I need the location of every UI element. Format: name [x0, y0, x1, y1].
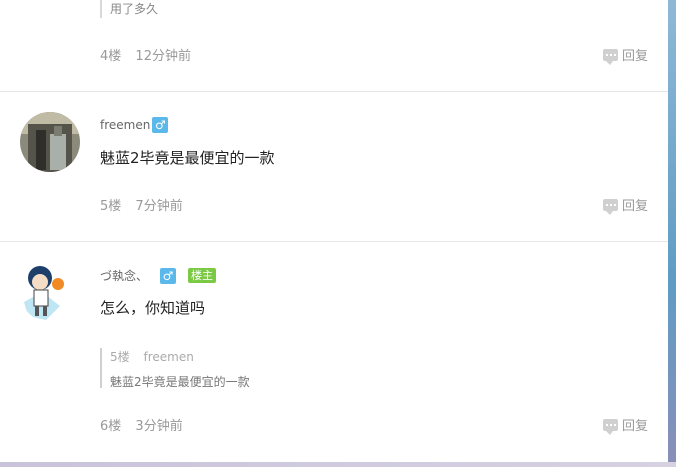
- quoted-floor: 5楼: [110, 350, 130, 364]
- username[interactable]: づ執念、: [100, 267, 148, 284]
- timestamp: 12分钟前: [135, 49, 191, 64]
- reply-button[interactable]: 回复: [602, 195, 648, 215]
- post-5-meta: 5楼 7分钟前: [100, 195, 183, 214]
- timestamp: 7分钟前: [135, 199, 183, 214]
- comment-bubble-icon: [602, 418, 618, 435]
- author-row: づ執念、 ♂ 楼主: [100, 267, 217, 284]
- post-content: 魅蓝2毕竟是最便宜的一款: [100, 149, 275, 167]
- comment-bubble-icon: [602, 48, 618, 65]
- reply-label: 回复: [621, 199, 648, 214]
- post-4-meta: 4楼 12分钟前: [100, 45, 191, 64]
- timestamp: 3分钟前: [135, 419, 183, 434]
- reply-label: 回复: [621, 419, 648, 434]
- avatar[interactable]: [20, 112, 80, 172]
- post-content: 怎么，你知道吗: [100, 299, 206, 317]
- reply-label: 回复: [621, 49, 648, 64]
- thread-owner-badge: 楼主: [188, 268, 217, 283]
- divider: [0, 91, 668, 92]
- reply-button[interactable]: 回复: [602, 45, 648, 65]
- avatar[interactable]: [20, 262, 80, 322]
- male-icon: ♂: [160, 267, 177, 284]
- window-edge: [0, 462, 676, 467]
- post-6-meta: 6楼 3分钟前: [100, 415, 183, 434]
- quoted-text: 魅蓝2毕竟是最便宜的一款: [110, 375, 250, 389]
- quote-text: 用了多久: [110, 2, 159, 16]
- quoted-user[interactable]: freemen: [143, 350, 193, 364]
- comment-list: 用了多久 4楼 12分钟前 回复 freemen ♂ 魅蓝2毕竟是最便宜的一款 …: [0, 0, 668, 462]
- floor-number: 6楼: [100, 419, 122, 434]
- floor-number: 4楼: [100, 49, 122, 64]
- reply-button[interactable]: 回复: [602, 415, 648, 435]
- quoted-reply: 5楼 freemen 魅蓝2毕竟是最便宜的一款: [100, 348, 250, 389]
- comment-bubble-icon: [602, 198, 618, 215]
- author-row: freemen ♂: [100, 117, 169, 133]
- male-icon: ♂: [152, 117, 169, 133]
- username[interactable]: freemen: [100, 118, 150, 132]
- post-4-quote: 用了多久: [100, 0, 158, 18]
- divider: [0, 241, 668, 242]
- window-edge: [668, 0, 676, 467]
- quoted-meta: 5楼 freemen: [110, 348, 250, 365]
- floor-number: 5楼: [100, 199, 122, 214]
